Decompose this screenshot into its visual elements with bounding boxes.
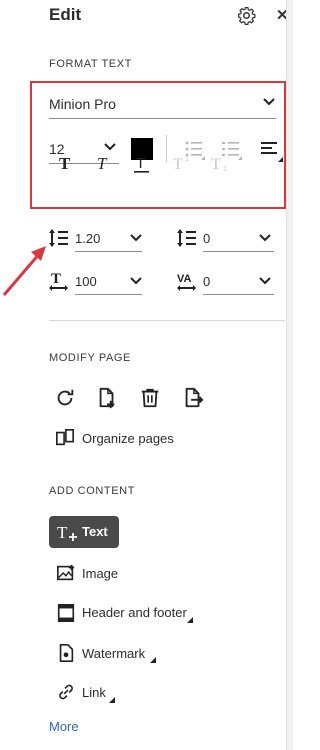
superscript-icon[interactable]: T1 [172, 154, 192, 172]
font-family-dropdown[interactable]: Minion Pro [49, 96, 116, 112]
add-text-button[interactable]: T Text [49, 516, 119, 548]
header-footer-link[interactable]: Header and footer [82, 605, 187, 620]
svg-text:T: T [51, 271, 61, 287]
organize-pages-link[interactable]: Organize pages [82, 431, 174, 446]
svg-text:T: T [136, 155, 145, 172]
watermark-icon [56, 643, 76, 663]
submenu-corner-icon [109, 697, 115, 703]
add-image-icon [56, 563, 76, 583]
scrollbar-track[interactable] [286, 0, 293, 750]
chevron-down-icon[interactable] [104, 142, 116, 152]
header-footer-icon [56, 603, 76, 623]
character-spacing-value[interactable]: 0 [203, 274, 210, 289]
chevron-down-icon[interactable] [130, 276, 142, 286]
italic-icon[interactable]: T [95, 154, 113, 172]
submenu-corner-icon [150, 657, 156, 663]
font-family-underline [49, 118, 276, 119]
paragraph-spacing-value[interactable]: 0 [203, 231, 210, 246]
svg-text:1: 1 [223, 166, 227, 172]
subscript-icon[interactable]: T1 [210, 154, 230, 172]
insert-page-icon[interactable] [96, 387, 120, 411]
svg-text:1: 1 [185, 156, 189, 163]
more-link[interactable]: More [49, 719, 79, 734]
panel-title: Edit [49, 5, 82, 24]
section-divider [49, 320, 285, 321]
text-align-icon[interactable] [260, 139, 284, 163]
organize-pages-icon [55, 428, 75, 448]
line-spacing-value[interactable]: 1.20 [75, 231, 100, 246]
svg-text:VA: VA [177, 273, 192, 285]
svg-text:T: T [211, 156, 221, 172]
underline-icon[interactable]: T [133, 154, 151, 174]
bold-icon[interactable]: T [57, 154, 75, 172]
extract-page-icon[interactable] [182, 387, 206, 411]
paragraph-spacing-underline [203, 251, 274, 252]
annotation-arrow-icon [0, 240, 52, 300]
settings-gear-icon[interactable] [237, 6, 256, 25]
add-link-link[interactable]: Link [82, 685, 106, 700]
svg-text:T: T [57, 523, 68, 542]
chevron-down-icon[interactable] [259, 233, 271, 243]
horizontal-scale-value[interactable]: 100 [75, 274, 97, 289]
svg-text:T: T [97, 154, 108, 172]
chevron-down-icon[interactable] [259, 276, 271, 286]
line-spacing-underline [75, 251, 142, 252]
add-text-icon: T [57, 522, 79, 542]
edit-panel: Edit ✕ FORMAT TEXT Minion Pro 12 T T T T… [0, 0, 289, 750]
chevron-down-icon[interactable] [130, 233, 142, 243]
format-text-heading: FORMAT TEXT [49, 58, 132, 70]
chevron-down-icon[interactable] [263, 97, 275, 107]
delete-icon[interactable] [139, 387, 163, 411]
rotate-icon[interactable] [54, 387, 78, 411]
character-spacing-icon: VA [176, 270, 198, 292]
paragraph-spacing-icon [176, 227, 198, 249]
svg-text:T: T [59, 154, 71, 172]
character-spacing-underline [203, 294, 274, 295]
horizontal-scale-underline [75, 294, 142, 295]
svg-text:T: T [173, 156, 183, 172]
add-text-label: Text [82, 524, 108, 539]
add-content-heading: ADD CONTENT [49, 485, 136, 497]
link-icon [56, 682, 76, 702]
toolbar-divider [166, 135, 167, 163]
add-image-link[interactable]: Image [82, 566, 118, 581]
watermark-link[interactable]: Watermark [82, 646, 145, 661]
modify-page-heading: MODIFY PAGE [49, 352, 131, 364]
submenu-corner-icon [187, 617, 193, 623]
